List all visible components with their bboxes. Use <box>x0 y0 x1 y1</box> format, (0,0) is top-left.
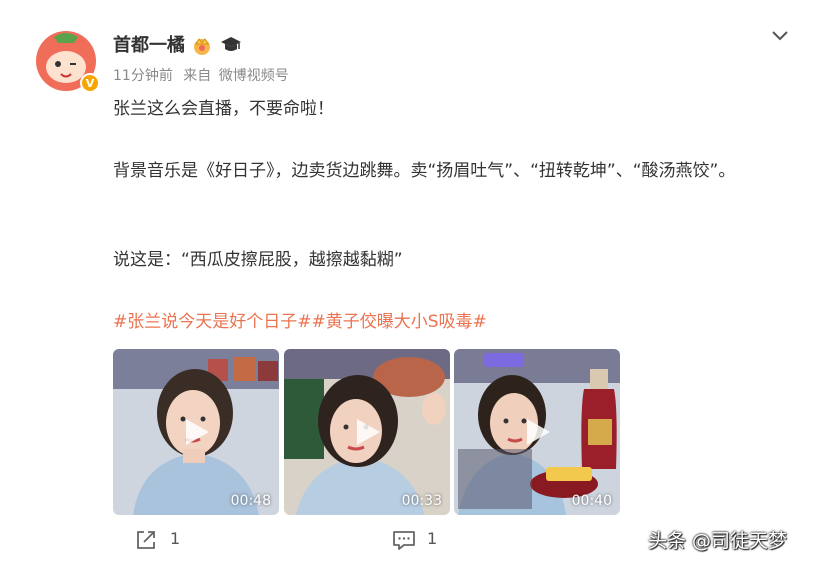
watermark: 头条 @司徒天梦 <box>648 530 788 552</box>
hashtag-link[interactable]: #张兰说今天是好个日子# <box>113 312 312 332</box>
source-prefix: 来自 <box>183 68 212 84</box>
play-icon[interactable] <box>521 416 553 448</box>
comment-icon <box>393 531 415 550</box>
post-meta: 11分钟前 来自 微博视频号 <box>113 66 295 86</box>
svg-text:V: V <box>86 77 95 90</box>
play-icon[interactable] <box>180 416 212 448</box>
post-text-line-1: 张兰这么会直播，不要命啦！ <box>113 99 334 119</box>
post-time[interactable]: 11分钟前 <box>113 68 173 84</box>
video-duration: 00:40 <box>571 493 612 509</box>
hashtag-link[interactable]: #黄子佼曝大小S吸毒# <box>312 312 487 332</box>
video-thumbnail[interactable]: 00:48 <box>113 349 279 515</box>
video-thumbnail[interactable]: 00:33 <box>284 349 450 515</box>
post-text-line-2: 背景音乐是《好日子》，边卖货边跳舞。卖“扬眉吐气”、“扭转乾坤”、“酸汤燕饺”。 <box>113 161 736 181</box>
post-source[interactable]: 微博视频号 <box>219 68 289 84</box>
graduation-cap-icon <box>221 37 241 51</box>
post-text-line-3: 说这是：“西瓜皮擦屁股，越擦越黏糊” <box>113 250 403 270</box>
chevron-down-icon[interactable] <box>768 26 792 46</box>
play-icon[interactable] <box>351 416 383 448</box>
share-count: 1 <box>170 529 181 548</box>
video-thumbnail[interactable]: 00:40 <box>454 349 620 515</box>
avatar[interactable]: V <box>34 27 100 93</box>
share-icon <box>137 531 155 549</box>
comment-count: 1 <box>427 529 438 548</box>
weibo-post-card: V 首都一橘 11分钟前 来自 微博视频号 张兰这么会直播，不要命啦！ 背景音乐… <box>0 0 815 565</box>
author-name[interactable]: 首都一橘 <box>113 34 185 58</box>
video-duration: 00:48 <box>230 493 271 509</box>
video-duration: 00:33 <box>401 493 442 509</box>
crown-icon <box>194 38 210 55</box>
hashtags: #张兰说今天是好个日子##黄子佼曝大小S吸毒# <box>113 309 487 335</box>
